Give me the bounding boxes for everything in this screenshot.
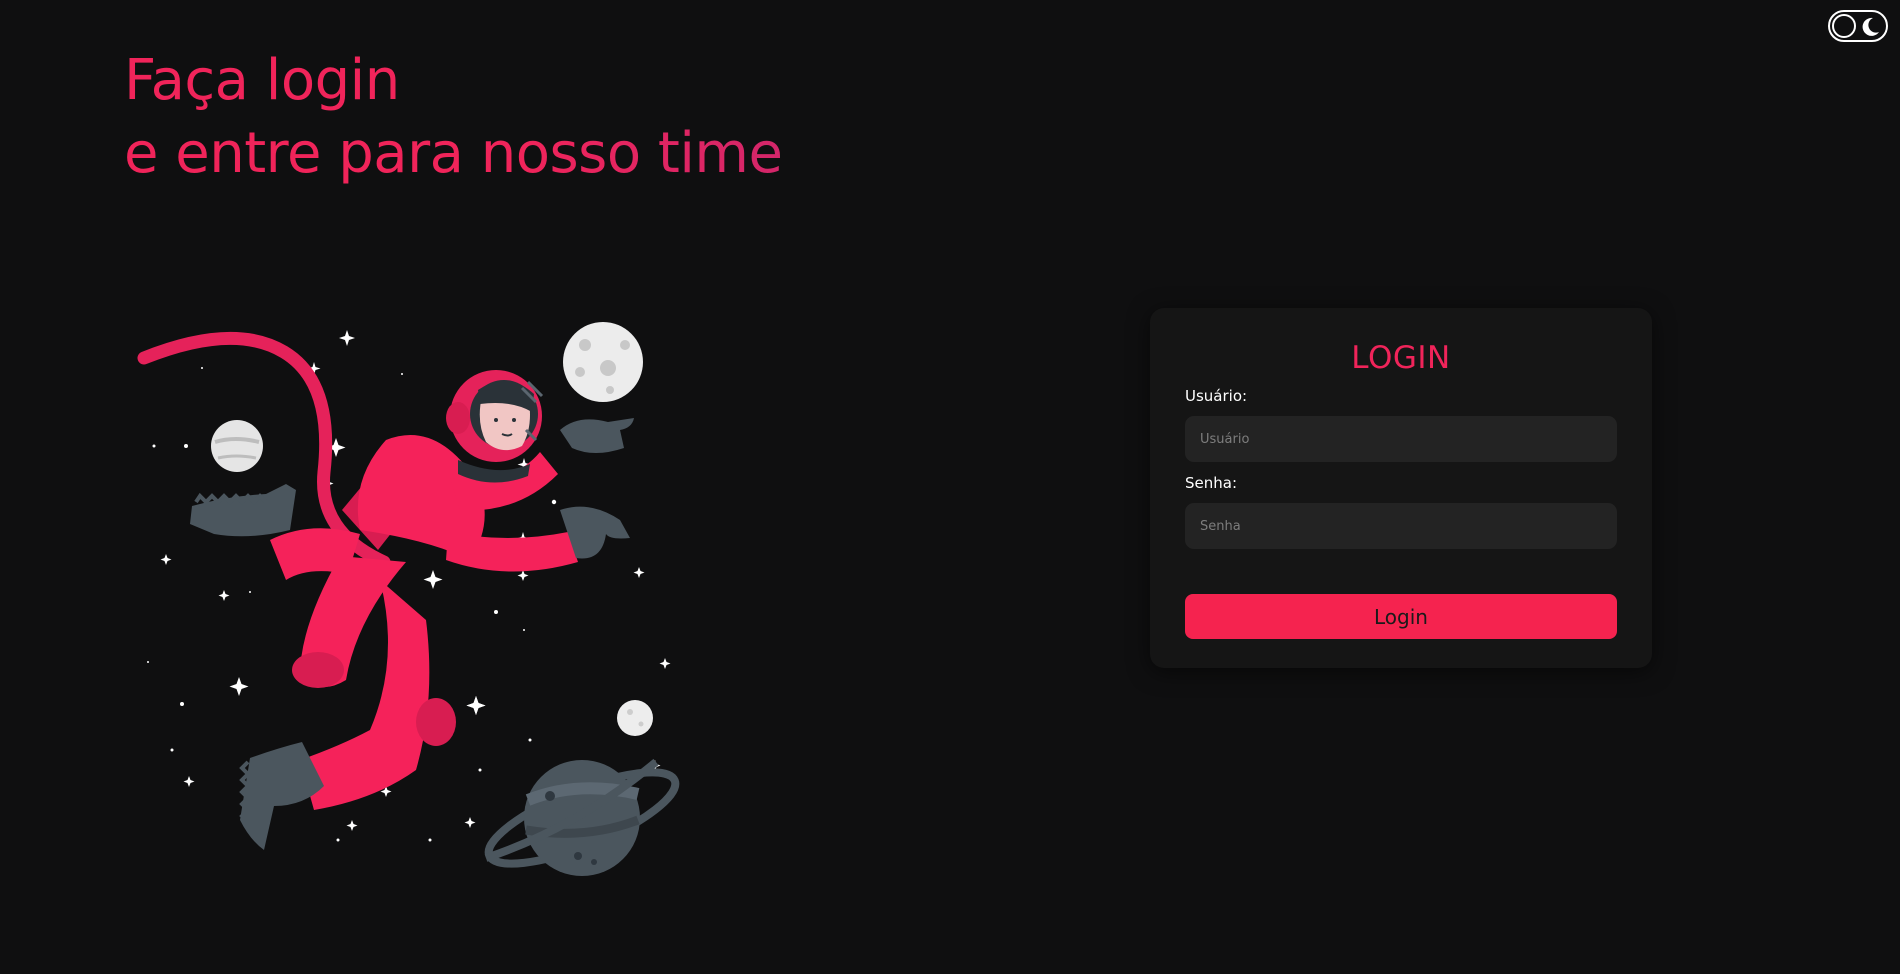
username-input[interactable] bbox=[1185, 416, 1617, 462]
moon-illustration bbox=[563, 322, 643, 402]
login-page: Faça login e entre para nosso time LOGIN… bbox=[0, 0, 1900, 974]
login-button[interactable]: Login bbox=[1185, 594, 1617, 639]
login-card: LOGIN Usuário: Senha: Login bbox=[1150, 308, 1652, 668]
astronaut-illustration bbox=[137, 322, 680, 876]
moon-icon bbox=[1862, 17, 1879, 36]
login-title: LOGIN bbox=[1351, 340, 1451, 376]
headline-line-1: Faça login bbox=[124, 48, 400, 113]
page-headline: Faça login e entre para nosso time bbox=[124, 44, 783, 190]
toggle-knob bbox=[1832, 14, 1856, 38]
password-input[interactable] bbox=[1185, 503, 1617, 549]
headline-line-2: e entre para nosso time bbox=[124, 117, 783, 190]
username-label: Usuário: bbox=[1185, 387, 1248, 405]
password-label: Senha: bbox=[1185, 474, 1238, 492]
theme-toggle[interactable] bbox=[1828, 10, 1888, 42]
ringed-planet bbox=[484, 758, 680, 876]
